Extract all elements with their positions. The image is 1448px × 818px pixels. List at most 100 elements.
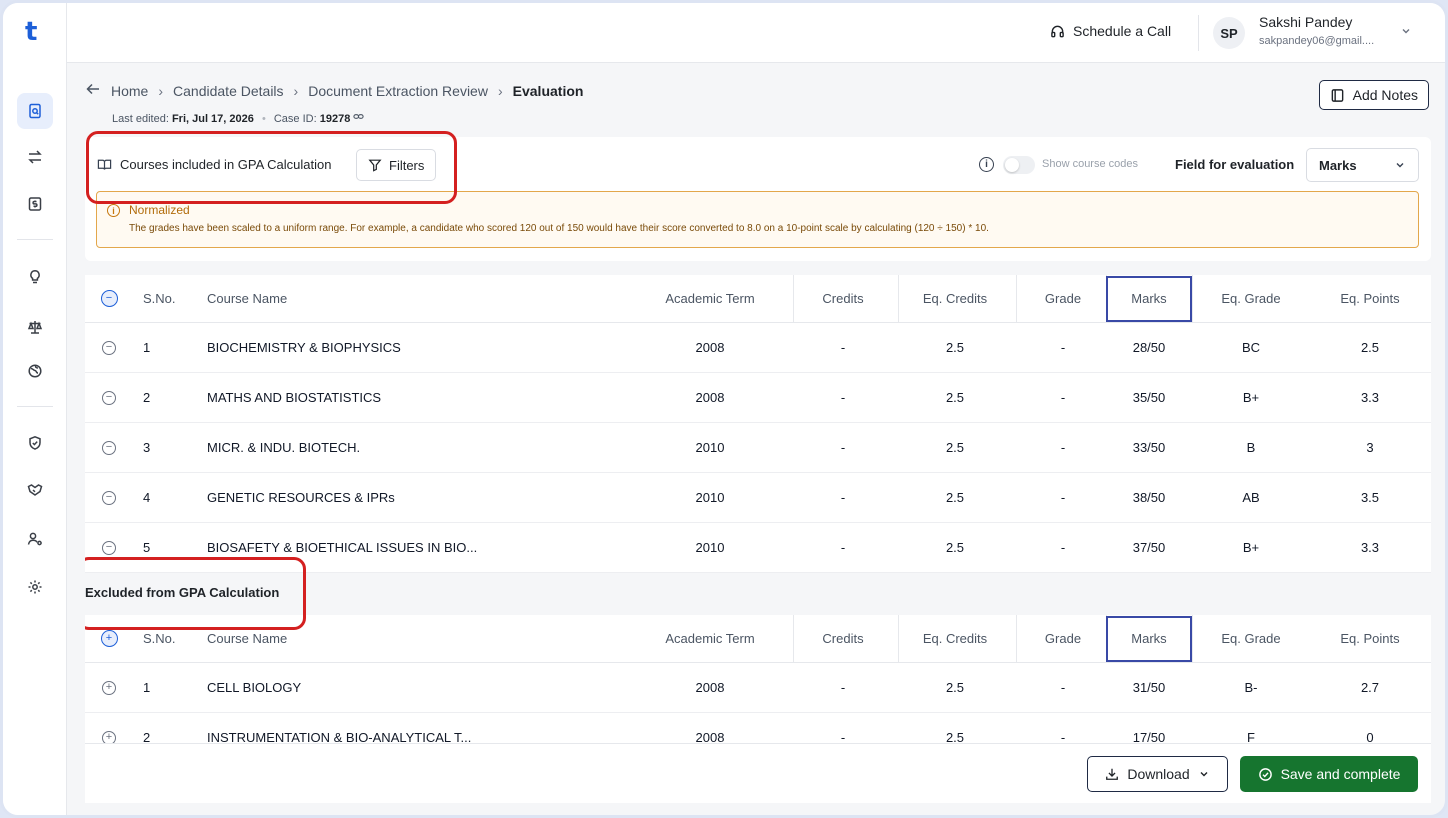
include-course-icon[interactable]: + (99, 713, 119, 743)
cell-credits: - (840, 680, 846, 695)
cell-eq-credits: 2.5 (945, 730, 965, 743)
column-divider (793, 275, 794, 323)
cell-term: 2008 (695, 340, 725, 355)
column-header-credits[interactable]: Credits (796, 615, 890, 662)
breadcrumb-document-extraction[interactable]: Document Extraction Review (308, 83, 488, 99)
cell-eq-points: 2.7 (1360, 680, 1380, 695)
chevron-right-icon: › (158, 82, 164, 99)
meta-dot: • (261, 113, 266, 125)
top-bar: Schedule a Call SP Sakshi Pandey sakpand… (67, 3, 1445, 63)
column-header-grade[interactable]: Grade (1020, 615, 1106, 662)
cell-eq-points: 3 (1366, 440, 1374, 455)
save-label: Save and complete (1280, 766, 1401, 782)
handshake-icon[interactable] (17, 472, 53, 508)
column-divider (1016, 275, 1017, 323)
include-course-icon[interactable]: + (99, 663, 119, 712)
shield-check-icon[interactable] (17, 425, 53, 461)
cell-name: GENETIC RESOURCES & IPRs (207, 490, 395, 505)
cell-term: 2008 (695, 390, 725, 405)
cell-eq-grade: BC (1241, 340, 1261, 355)
table-row: − 1 BIOCHEMISTRY & BIOPHYSICS 2008 - 2.5 - 28/5… (85, 323, 1431, 373)
column-divider (898, 275, 899, 323)
table-row: +1 CELL BIOLOGY 2008 - 2.5 - 31/50 B- 2.7 (85, 663, 1431, 713)
cell-sno: 1 (143, 680, 151, 695)
case-meta: Last edited: Fri, Jul 17, 2026 • Case ID… (112, 111, 365, 125)
schedule-call-label: Schedule a Call (1073, 23, 1172, 39)
cell-name: MATHS AND BIOSTATISTICS (207, 390, 382, 405)
document-search-icon[interactable] (17, 93, 53, 129)
last-edited-label: Last edited: (112, 113, 169, 125)
exclude-course-icon[interactable]: − (99, 473, 119, 522)
cell-eq-credits: 2.5 (945, 340, 965, 355)
column-header-term[interactable]: Academic Term (645, 275, 775, 322)
cell-sno: 2 (143, 390, 151, 405)
back-arrow-icon[interactable] (85, 81, 101, 100)
download-label: Download (1127, 766, 1190, 782)
breadcrumb-candidate-details[interactable]: Candidate Details (173, 83, 284, 99)
chevron-down-icon[interactable] (1400, 25, 1412, 40)
globe-icon[interactable] (17, 353, 53, 389)
cell-marks: 28/50 (1132, 340, 1166, 355)
last-edited-value: Fri, Jul 17, 2026 (171, 113, 254, 125)
info-icon[interactable]: i (979, 157, 994, 172)
check-circle-icon (1258, 767, 1272, 781)
exclude-course-icon[interactable]: − (99, 373, 119, 422)
cell-term: 2010 (695, 440, 725, 455)
exclude-course-icon[interactable]: − (99, 323, 119, 372)
courses-card: Courses included in GPA Calculation Filt… (85, 131, 1431, 261)
user-settings-icon[interactable] (17, 521, 53, 557)
cell-grade: - (1060, 440, 1066, 455)
transfer-arrows-icon[interactable] (17, 139, 53, 175)
show-course-codes-label: Show course codes (1042, 158, 1138, 170)
column-header-eq-points[interactable]: Eq. Points (1320, 275, 1420, 322)
collapse-all-icon[interactable]: − (99, 275, 119, 322)
exclude-course-icon[interactable]: − (99, 423, 119, 472)
cell-credits: - (840, 490, 846, 505)
save-and-complete-button[interactable]: Save and complete (1240, 756, 1418, 792)
column-header-eq-grade[interactable]: Eq. Grade (1201, 275, 1301, 322)
breadcrumb-current: Evaluation (512, 82, 584, 99)
column-divider (1016, 615, 1017, 663)
cell-credits: - (840, 730, 846, 743)
app-logo[interactable]: t (25, 17, 37, 47)
cell-name: CELL BIOLOGY (207, 680, 302, 695)
link-icon[interactable] (353, 113, 365, 125)
field-for-evaluation-select[interactable]: Marks (1306, 148, 1419, 182)
download-button[interactable]: Download (1087, 756, 1228, 792)
column-header-eq-points[interactable]: Eq. Points (1320, 615, 1420, 662)
balance-scale-icon[interactable] (17, 309, 53, 345)
cell-eq-points: 3.5 (1360, 490, 1380, 505)
add-notes-button[interactable]: Add Notes (1318, 80, 1429, 110)
lightbulb-icon[interactable] (17, 259, 53, 295)
breadcrumb-home[interactable]: Home (111, 83, 148, 99)
cell-grade: - (1060, 540, 1066, 555)
topbar-divider (1198, 15, 1199, 51)
headset-icon (1051, 25, 1064, 37)
column-header-sno[interactable]: S.No. (143, 275, 176, 322)
column-header-eq-grade[interactable]: Eq. Grade (1201, 615, 1301, 662)
cell-eq-grade: B+ (1242, 390, 1260, 405)
marks-column-highlight (1106, 276, 1192, 322)
column-header-grade[interactable]: Grade (1020, 275, 1106, 322)
user-name[interactable]: Sakshi Pandey (1259, 14, 1352, 30)
cell-grade: - (1060, 340, 1066, 355)
table-row: +2 INSTRUMENTATION & BIO-ANALYTICAL T... 2… (85, 713, 1431, 743)
sidebar-divider (17, 239, 53, 240)
show-course-codes-toggle[interactable] (1003, 156, 1035, 174)
dollar-document-icon[interactable] (17, 186, 53, 222)
chevron-right-icon: › (293, 82, 299, 99)
cell-marks: 37/50 (1132, 540, 1166, 555)
avatar[interactable]: SP (1213, 17, 1245, 49)
column-header-eq-credits[interactable]: Eq. Credits (900, 275, 1010, 322)
cell-eq-points: 2.5 (1360, 340, 1380, 355)
column-header-credits[interactable]: Credits (796, 275, 890, 322)
excluded-courses-table: + S.No. Course Name Academic Term Credits Eq.… (85, 615, 1431, 743)
column-header-name[interactable]: Course Name (207, 275, 287, 322)
cell-eq-grade: AB (1242, 490, 1260, 505)
column-header-term[interactable]: Academic Term (645, 615, 775, 662)
schedule-call-button[interactable]: Schedule a Call (1050, 23, 1171, 39)
gear-icon[interactable] (17, 569, 53, 605)
cell-sno: 1 (143, 340, 151, 355)
column-header-eq-credits[interactable]: Eq. Credits (900, 615, 1010, 662)
main-content: Home › Candidate Details › Document Extr… (85, 63, 1431, 803)
